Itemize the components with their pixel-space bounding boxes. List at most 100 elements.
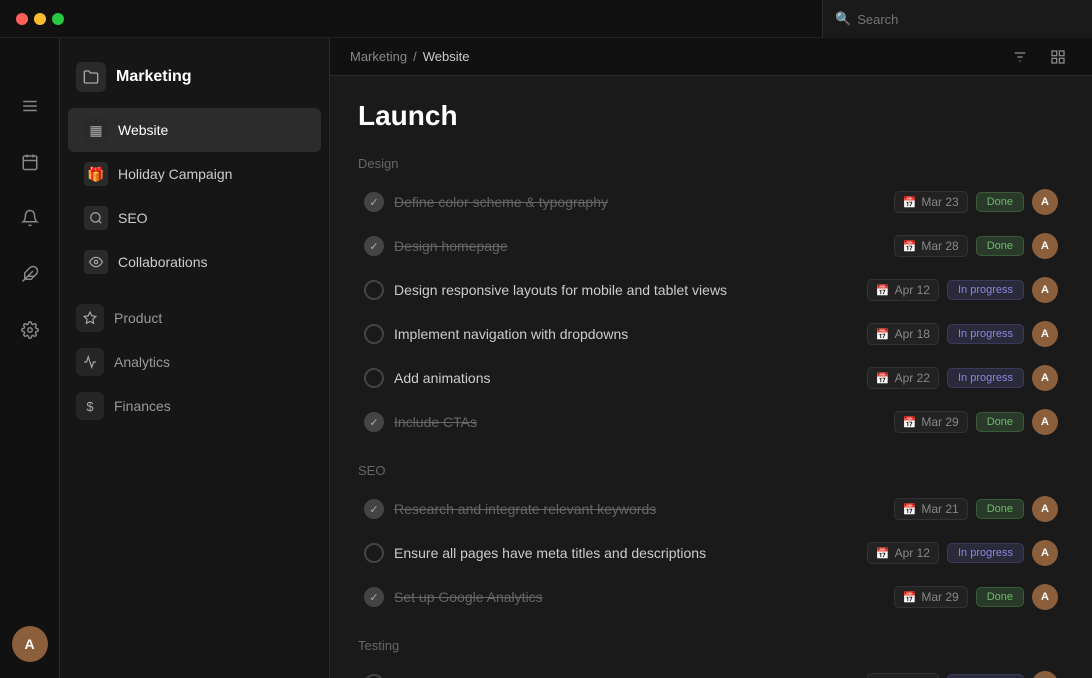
sidebar-title: Marketing bbox=[116, 68, 192, 86]
sidebar-header: Marketing bbox=[60, 54, 329, 108]
task-row[interactable]: Set up Google Analytics 📅 Mar 29DoneA bbox=[358, 576, 1064, 618]
nav-puzzle-icon[interactable] bbox=[12, 256, 48, 292]
search-input[interactable] bbox=[857, 12, 1080, 27]
calendar-icon: 📅 bbox=[903, 591, 917, 604]
search-icon: 🔍 bbox=[835, 11, 851, 27]
task-row[interactable]: Design homepage📅 Mar 28DoneA bbox=[358, 225, 1064, 267]
task-avatar: A bbox=[1032, 365, 1058, 391]
task-row[interactable]: Conduct usability testing with a small g… bbox=[358, 663, 1064, 678]
analytics-icon bbox=[76, 348, 104, 376]
task-date: 📅 Mar 28 bbox=[894, 235, 968, 257]
task-meta: 📅 Apr 12In progressA bbox=[867, 277, 1058, 303]
status-badge: In progress bbox=[947, 324, 1024, 344]
task-title: Design responsive layouts for mobile and… bbox=[394, 282, 857, 298]
task-check-done[interactable] bbox=[364, 499, 384, 519]
nav-settings-icon[interactable] bbox=[12, 312, 48, 348]
holiday-icon: 🎁 bbox=[84, 162, 108, 186]
product-icon bbox=[76, 304, 104, 332]
filter-icon[interactable] bbox=[1006, 43, 1034, 71]
task-check-open[interactable] bbox=[364, 543, 384, 563]
task-check-open[interactable] bbox=[364, 674, 384, 678]
nav-bell-icon[interactable] bbox=[12, 200, 48, 236]
status-badge: Done bbox=[976, 236, 1024, 256]
task-row[interactable]: Define color scheme & typography📅 Mar 23… bbox=[358, 181, 1064, 223]
task-avatar: A bbox=[1032, 584, 1058, 610]
maximize-button[interactable] bbox=[52, 13, 64, 25]
task-meta: 📅 Mar 21DoneA bbox=[894, 496, 1058, 522]
task-title: Ensure all pages have meta titles and de… bbox=[394, 545, 857, 561]
task-title: Include CTAs bbox=[394, 414, 884, 430]
sidebar-header-icon bbox=[76, 62, 106, 92]
sidebar-item-holiday-campaign[interactable]: 🎁 Holiday Campaign bbox=[68, 152, 321, 196]
page-title: Launch bbox=[358, 100, 1064, 132]
task-date: 📅 Apr 12 bbox=[867, 542, 939, 564]
sidebar-item-collaborations[interactable]: Collaborations bbox=[68, 240, 321, 284]
sidebar-item-seo[interactable]: SEO bbox=[68, 196, 321, 240]
task-date: 📅 Mar 29 bbox=[894, 411, 968, 433]
task-meta: 📅 Apr 12In progressA bbox=[867, 540, 1058, 566]
sidebar-item-seo-label: SEO bbox=[118, 210, 148, 226]
calendar-icon: 📅 bbox=[903, 240, 917, 253]
breadcrumb-parent: Marketing bbox=[350, 49, 407, 64]
task-check-open[interactable] bbox=[364, 280, 384, 300]
breadcrumb-separator: / bbox=[413, 49, 417, 64]
user-avatar[interactable]: A bbox=[12, 626, 48, 662]
breadcrumb-current: Website bbox=[423, 49, 470, 64]
sidebar: Marketing ▦ Website 🎁 Holiday Campaign S… bbox=[60, 38, 330, 678]
sidebar-group-analytics[interactable]: Analytics bbox=[60, 340, 329, 384]
task-meta: 📅 Apr 18In progressA bbox=[867, 321, 1058, 347]
calendar-icon: 📅 bbox=[876, 547, 890, 560]
section-testing: TestingConduct usability testing with a … bbox=[358, 638, 1064, 678]
task-list-0: Define color scheme & typography📅 Mar 23… bbox=[358, 181, 1064, 443]
calendar-icon: 📅 bbox=[876, 284, 890, 297]
main-topbar: Marketing / Website bbox=[330, 38, 1092, 76]
task-date: 📅 Mar 29 bbox=[894, 586, 968, 608]
task-check-done[interactable] bbox=[364, 192, 384, 212]
task-meta: 📅 Apr 22In progressA bbox=[867, 365, 1058, 391]
sidebar-item-holiday-label: Holiday Campaign bbox=[118, 166, 232, 182]
task-avatar: A bbox=[1032, 671, 1058, 678]
task-date: 📅 Apr 22 bbox=[867, 367, 939, 389]
task-check-done[interactable] bbox=[364, 412, 384, 432]
finances-icon: $ bbox=[76, 392, 104, 420]
task-title: Set up Google Analytics bbox=[394, 589, 884, 605]
collaborations-icon bbox=[84, 250, 108, 274]
nav-calendar-icon[interactable] bbox=[12, 144, 48, 180]
task-row[interactable]: Include CTAs 📅 Mar 29 Done A bbox=[358, 401, 1064, 443]
main-content: Marketing / Website La bbox=[330, 38, 1092, 678]
task-check-done[interactable] bbox=[364, 236, 384, 256]
task-avatar: A bbox=[1032, 189, 1058, 215]
task-row[interactable]: Implement navigation with dropdowns 📅 Apr… bbox=[358, 313, 1064, 355]
traffic-lights bbox=[16, 13, 64, 25]
status-badge: In progress bbox=[947, 280, 1024, 300]
task-row[interactable]: Ensure all pages have meta titles and de… bbox=[358, 532, 1064, 574]
task-check-done[interactable] bbox=[364, 587, 384, 607]
sidebar-group-finances-label: Finances bbox=[114, 398, 171, 414]
task-title: Research and integrate relevant keywords bbox=[394, 501, 884, 517]
task-title: Implement navigation with dropdowns bbox=[394, 326, 857, 342]
main-actions bbox=[1006, 43, 1072, 71]
status-badge: Done bbox=[976, 412, 1024, 432]
task-avatar: A bbox=[1032, 409, 1058, 435]
sidebar-group-finances[interactable]: $ Finances bbox=[60, 384, 329, 428]
task-row[interactable]: Add animations📅 Apr 22In progressA bbox=[358, 357, 1064, 399]
close-button[interactable] bbox=[16, 13, 28, 25]
minimize-button[interactable] bbox=[34, 13, 46, 25]
task-date: 📅 Apr 18 bbox=[867, 323, 939, 345]
nav-list-icon[interactable] bbox=[12, 88, 48, 124]
task-check-open[interactable] bbox=[364, 368, 384, 388]
task-meta: 📅 Mar 29DoneA bbox=[894, 584, 1058, 610]
task-meta: 📅 Mar 28DoneA bbox=[894, 233, 1058, 259]
grid-view-icon[interactable] bbox=[1044, 43, 1072, 71]
sections-container: DesignDefine color scheme & typography📅 … bbox=[358, 156, 1064, 678]
status-badge: In progress bbox=[947, 674, 1024, 678]
section-label-1: SEO bbox=[358, 463, 1064, 478]
breadcrumb: Marketing / Website bbox=[350, 49, 469, 64]
task-date: 📅 Mar 21 bbox=[894, 498, 968, 520]
task-row[interactable]: Design responsive layouts for mobile and… bbox=[358, 269, 1064, 311]
sidebar-group-product-label: Product bbox=[114, 310, 162, 326]
task-row[interactable]: Research and integrate relevant keywords… bbox=[358, 488, 1064, 530]
sidebar-group-product[interactable]: Product bbox=[60, 296, 329, 340]
sidebar-item-website[interactable]: ▦ Website bbox=[68, 108, 321, 152]
task-check-open[interactable] bbox=[364, 324, 384, 344]
